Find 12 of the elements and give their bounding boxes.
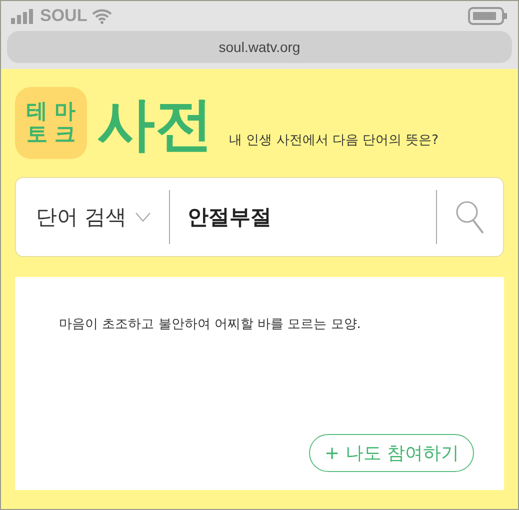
- battery-icon: [468, 6, 508, 26]
- logo: 테 마 토 크: [15, 87, 87, 159]
- address-bar[interactable]: soul.watv.org: [7, 31, 512, 63]
- carrier-name: SOUL: [40, 6, 88, 26]
- definition-text: 마음이 초조하고 불안하여 어찌할 바를 모르는 모양.: [59, 316, 362, 334]
- signal-icon: [11, 8, 35, 24]
- page-title: 사전: [97, 95, 213, 153]
- search-icon: [455, 200, 485, 234]
- chevron-down-icon: [134, 212, 151, 222]
- wifi-icon: [92, 8, 112, 24]
- category-dropdown[interactable]: 단어 검색: [36, 203, 151, 231]
- subtitle: 내 인생 사전에서 다음 단어의 뜻은?: [229, 132, 439, 149]
